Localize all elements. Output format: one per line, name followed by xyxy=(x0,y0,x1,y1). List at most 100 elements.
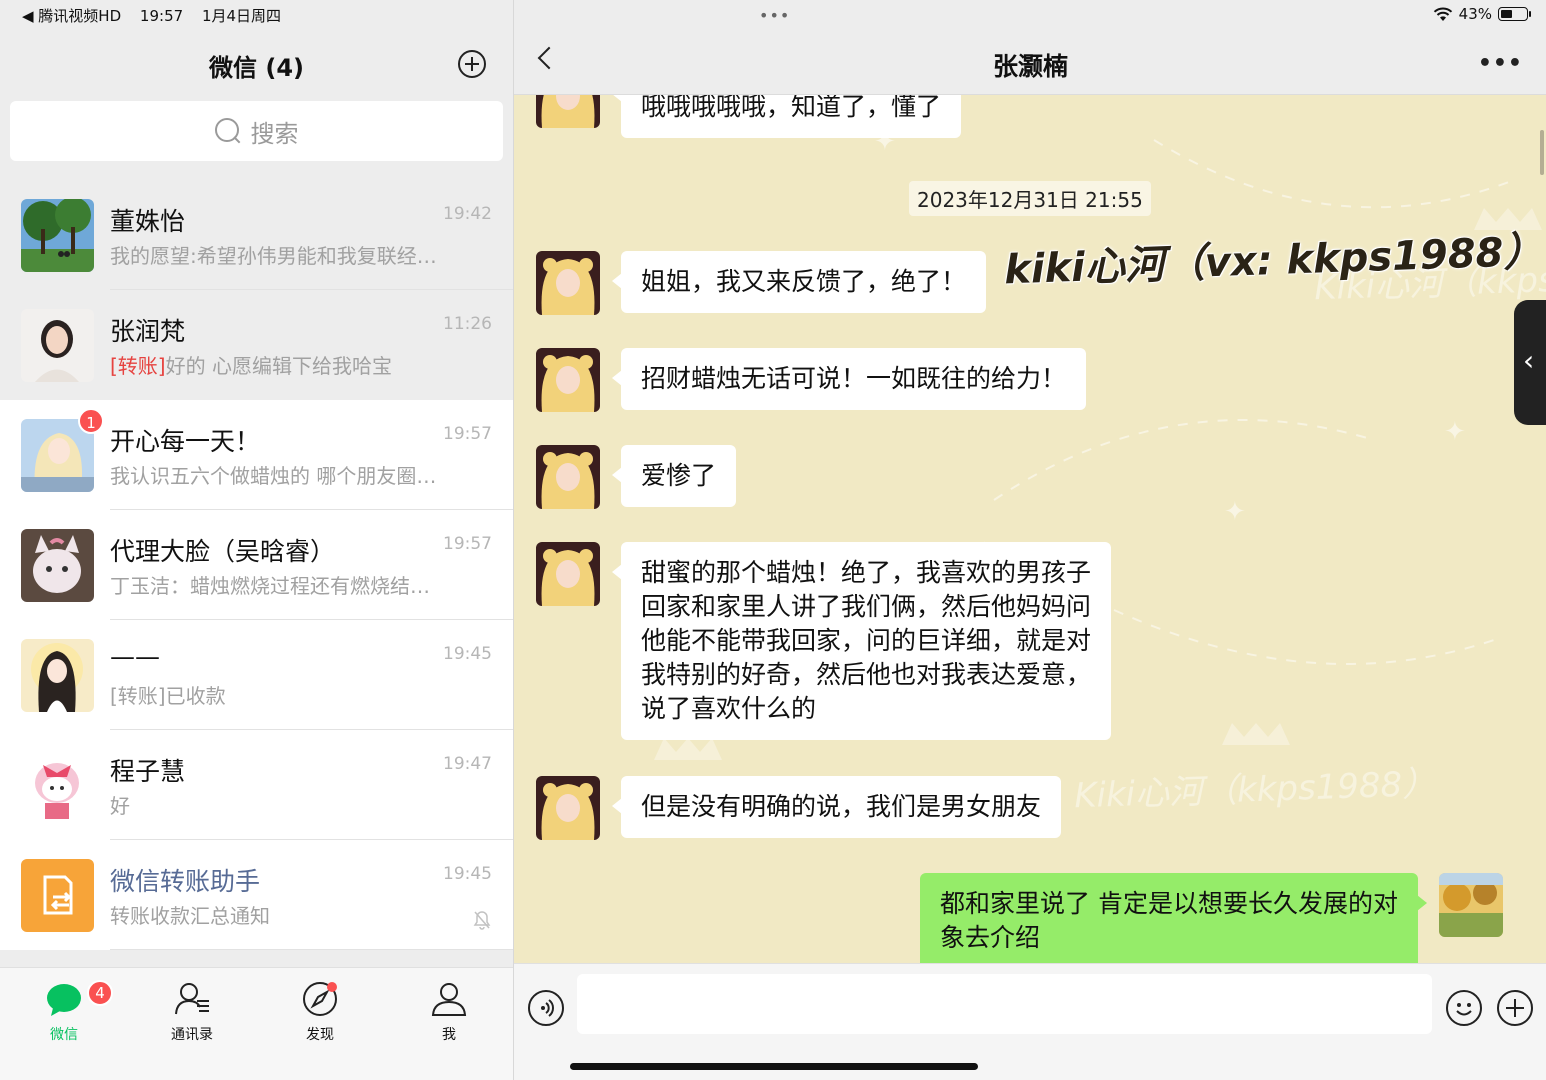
chat-name: 程子慧 xyxy=(110,757,186,786)
status-bar-right: 43% xyxy=(1433,5,1531,23)
chat-preview: 丁玉洁：蜡烛燃烧过程还有燃烧结… xyxy=(110,574,430,598)
battery-icon xyxy=(1498,7,1531,21)
avatar[interactable] xyxy=(536,776,600,840)
chat-name: —— xyxy=(110,642,160,671)
chat-item-kaixin[interactable]: 1 开心每一天！ 我认识五六个做蜡烛的 哪个朋友圈… 19:57 xyxy=(0,400,513,510)
preview-text: 好的 心愿编辑下给我哈宝 xyxy=(165,354,392,378)
avatar xyxy=(21,199,94,272)
tab-label: 微信 xyxy=(50,1027,78,1043)
bottom-tab-bar: 微信 4 通讯录 发现 我 xyxy=(0,967,513,1080)
add-plus-button[interactable] xyxy=(458,50,486,78)
avatar[interactable] xyxy=(536,445,600,509)
divider xyxy=(110,949,513,950)
chevron-left-icon: ‹ xyxy=(1523,344,1535,377)
message-row: 但是没有明确的说，我们是男女朋友 xyxy=(536,776,1062,840)
my-avatar[interactable] xyxy=(1438,873,1503,937)
new-content-dot xyxy=(327,982,337,992)
tab-chats[interactable]: 微信 4 xyxy=(19,980,113,1044)
search-icon xyxy=(214,118,241,144)
chat-name: 代理大脸（吴晗睿） xyxy=(110,537,336,566)
chat-item-dong[interactable]: 董姝怡 我的愿望:希望孙伟男能和我复联经… 19:42 xyxy=(0,180,513,290)
tab-label: 通讯录 xyxy=(171,1027,213,1043)
mute-bell-icon xyxy=(473,911,491,930)
chat-item-transfer-assistant[interactable]: 微信转账助手 转账收款汇总通知 19:45 xyxy=(0,840,513,950)
conversation-pane: ✦✦✦✦ Kiki心河（kkps1988） Kiki心河（kkps1988） k… xyxy=(513,0,1546,1080)
message-row: 甜蜜的那个蜡烛！绝了，我喜欢的男孩子 回家和家里人讲了我们俩，然后他妈妈问 他能… xyxy=(536,542,1112,740)
scroll-indicator[interactable] xyxy=(1540,130,1544,175)
slide-over-handle[interactable]: ‹ xyxy=(1514,300,1546,425)
chat-name: 董姝怡 xyxy=(110,207,186,236)
chat-preview: [转账]好的 心愿编辑下给我哈宝 xyxy=(110,350,392,379)
chat-time: 19:45 xyxy=(443,644,492,664)
chat-time: 19:45 xyxy=(443,864,492,884)
my-message-bubble[interactable]: 都和家里说了 肯定是以想要长久发展的对 象去介绍 xyxy=(920,873,1427,969)
chat-item-daili[interactable]: 代理大脸（吴晗睿） 丁玉洁：蜡烛燃烧过程还有燃烧结… 19:57 xyxy=(0,510,513,620)
multitask-handle[interactable]: ••• xyxy=(759,6,790,25)
avatar xyxy=(21,639,94,712)
chat-time: 19:47 xyxy=(443,754,492,774)
message-bubble[interactable]: 甜蜜的那个蜡烛！绝了，我喜欢的男孩子 回家和家里人讲了我们俩，然后他妈妈问 他能… xyxy=(611,542,1112,740)
message-bubble[interactable]: 但是没有明确的说，我们是男女朋友 xyxy=(611,776,1062,838)
message-line: 他能不能带我回家，问的巨详细，就是对 xyxy=(641,626,1092,655)
chat-item-cheng[interactable]: 程子慧 好 19:47 xyxy=(0,730,513,840)
chat-time: 19:57 xyxy=(443,424,492,444)
chat-preview: [转账]已收款 xyxy=(110,684,226,708)
chat-preview: 我的愿望:希望孙伟男能和我复联经… xyxy=(110,244,437,268)
tab-me[interactable]: 我 xyxy=(404,980,494,1044)
search-placeholder: 搜索 xyxy=(250,119,299,148)
tab-discover[interactable]: 发现 xyxy=(275,980,365,1044)
message-bubble[interactable]: 姐姐，我又来反馈了，绝了！ xyxy=(611,251,987,313)
tab-label: 发现 xyxy=(306,1027,334,1043)
tab-label: 我 xyxy=(442,1027,456,1043)
chat-name: 开心每一天！ xyxy=(110,427,261,456)
transfer-tag: [转账] xyxy=(110,354,166,378)
avatar xyxy=(21,529,94,602)
unread-badge: 1 xyxy=(78,408,104,434)
back-to-app-link[interactable]: ◀ 腾讯视频HD xyxy=(22,7,121,25)
chat-item-dash[interactable]: —— [转账]已收款 19:45 xyxy=(0,620,513,730)
chat-preview: 我认识五六个做蜡烛的 哪个朋友圈… xyxy=(110,464,437,488)
status-date: 1月4日周四 xyxy=(201,7,282,25)
chat-bubble-icon xyxy=(45,980,83,1018)
transfer-assistant-icon xyxy=(21,859,94,932)
message-line: 我特别的好奇，然后他也对我表达爱意， xyxy=(641,660,1092,689)
message-bubble[interactable]: 爱惨了 xyxy=(611,445,737,507)
message-line: 回家和家里人讲了我们俩，然后他妈妈问 xyxy=(641,592,1092,621)
emoji-button[interactable] xyxy=(1446,990,1482,1026)
my-message-row: 都和家里说了 肯定是以想要长久发展的对 象去介绍 xyxy=(920,873,1503,969)
message-line: 甜蜜的那个蜡烛！绝了，我喜欢的男孩子 xyxy=(641,558,1092,587)
more-options-icon[interactable]: ••• xyxy=(1478,51,1523,76)
avatar[interactable] xyxy=(536,251,600,315)
voice-icon xyxy=(541,999,554,1017)
status-time: 19:57 xyxy=(139,7,184,25)
voice-input-button[interactable] xyxy=(528,990,564,1026)
home-indicator[interactable] xyxy=(570,1063,978,1070)
chat-preview: 转账收款汇总通知 xyxy=(110,904,270,928)
message-bubble[interactable]: 招财蜡烛无话可说！一如既往的给力！ xyxy=(611,348,1087,410)
chat-name: 微信转账助手 xyxy=(110,867,261,896)
message-row: 姐姐，我又来反馈了，绝了！ xyxy=(536,251,987,315)
avatar[interactable] xyxy=(536,542,600,606)
contact-name: 张灏楠 xyxy=(992,52,1068,81)
search-bar[interactable]: 搜索 xyxy=(10,101,503,161)
tab-unread-badge: 4 xyxy=(87,980,113,1006)
chat-name: 张润梵 xyxy=(110,317,186,346)
more-functions-button[interactable] xyxy=(1497,990,1533,1026)
tab-contacts[interactable]: 通讯录 xyxy=(147,980,237,1044)
message-line: 说了喜欢什么的 xyxy=(641,694,817,723)
wifi-icon xyxy=(1433,7,1452,21)
svg-text:✦: ✦ xyxy=(1224,497,1246,527)
smiley-icon xyxy=(1456,1003,1472,1016)
message-input[interactable] xyxy=(577,974,1432,1034)
chat-item-zhang-runfan[interactable]: 张润梵 [转账]好的 心愿编辑下给我哈宝 11:26 xyxy=(0,290,513,400)
avatar[interactable] xyxy=(536,348,600,412)
message-input-bar xyxy=(514,963,1546,1080)
chat-list: 董姝怡 我的愿望:希望孙伟男能和我复联经… 19:42 张润梵 [转账]好的 心… xyxy=(0,180,513,950)
contacts-icon xyxy=(173,980,211,1018)
message-line: 都和家里说了 肯定是以想要长久发展的对 xyxy=(940,889,1398,918)
person-icon xyxy=(430,980,468,1018)
message-row: 招财蜡烛无话可说！一如既往的给力！ xyxy=(536,348,1087,412)
message-line: 象去介绍 xyxy=(940,923,1041,952)
chat-time: 19:42 xyxy=(443,204,492,224)
chat-time: 11:26 xyxy=(443,314,492,334)
